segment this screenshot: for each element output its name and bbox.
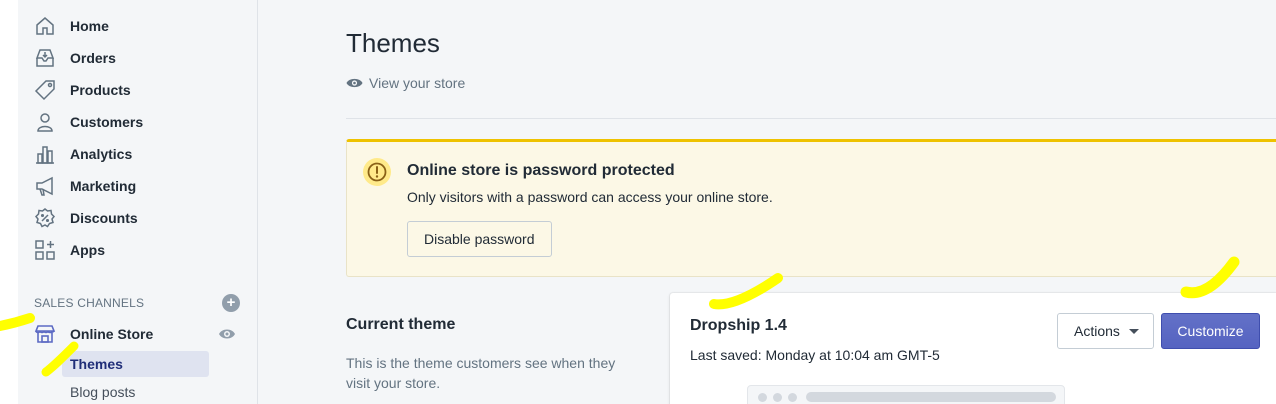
sidebar-item-home[interactable]: Home <box>34 13 109 39</box>
discount-icon <box>34 207 56 229</box>
sidebar-item-label: Apps <box>70 242 105 258</box>
sidebar: Home Orders Products Customers Analytics… <box>0 0 258 404</box>
current-theme-title: Current theme <box>346 316 456 333</box>
chevron-down-icon <box>1128 328 1139 334</box>
sidebar-item-label: Customers <box>70 114 144 130</box>
theme-last-saved: Last saved: Monday at 10:04 am GMT-5 <box>690 347 940 363</box>
sidebar-subitem-label: Themes <box>70 356 123 372</box>
tag-icon <box>34 79 56 101</box>
sidebar-item-label: Orders <box>70 50 116 66</box>
customize-button[interactable]: Customize <box>1161 313 1260 349</box>
sidebar-item-orders[interactable]: Orders <box>34 45 116 71</box>
banner-text: Only visitors with a password can access… <box>407 189 773 205</box>
preview-dot <box>773 393 782 402</box>
megaphone-icon <box>34 175 56 197</box>
person-icon <box>34 111 56 133</box>
eye-icon <box>346 78 363 88</box>
add-channel-button[interactable]: + <box>222 294 240 312</box>
banner-title: Online store is password protected <box>407 162 675 179</box>
theme-name: Dropship 1.4 <box>690 317 787 334</box>
sidebar-subitem-label: Blog posts <box>70 384 136 400</box>
sidebar-item-label: Online Store <box>70 326 154 342</box>
theme-card: Dropship 1.4 Last saved: Monday at 10:04… <box>670 293 1276 404</box>
sidebar-subitem-themes[interactable]: Themes <box>62 351 209 377</box>
sidebar-subitem-blog-posts[interactable]: Blog posts <box>62 379 135 404</box>
view-store-label: View your store <box>369 75 466 91</box>
page-title: Themes <box>346 28 440 58</box>
sidebar-item-apps[interactable]: Apps <box>34 237 105 263</box>
actions-button[interactable]: Actions <box>1057 313 1154 349</box>
sidebar-item-customers[interactable]: Customers <box>34 109 143 135</box>
sales-channels-title: SALES CHANNELS <box>34 296 145 310</box>
eye-icon[interactable] <box>218 326 236 342</box>
sidebar-item-label: Home <box>70 18 109 34</box>
preview-url-bar <box>806 392 1056 402</box>
theme-preview <box>747 385 1065 404</box>
sidebar-item-label: Products <box>70 82 131 98</box>
divider <box>346 118 1276 119</box>
bar-chart-icon <box>34 143 56 165</box>
sidebar-item-online-store[interactable]: Online Store <box>34 321 153 347</box>
home-icon <box>34 15 56 37</box>
sidebar-item-label: Discounts <box>70 210 138 226</box>
sidebar-item-label: Analytics <box>70 146 133 162</box>
sidebar-item-discounts[interactable]: Discounts <box>34 205 138 231</box>
apps-icon <box>34 239 56 261</box>
warning-icon <box>363 158 391 186</box>
current-theme-description: This is the theme customers see when the… <box>346 355 616 391</box>
sidebar-item-analytics[interactable]: Analytics <box>34 141 132 167</box>
preview-dot <box>758 393 767 402</box>
sales-channels-header: SALES CHANNELS + <box>34 294 240 312</box>
disable-password-button[interactable]: Disable password <box>407 221 552 257</box>
orders-icon <box>34 47 56 69</box>
sidebar-item-label: Marketing <box>70 178 137 194</box>
main-content: Themes View your store Online store is p… <box>258 0 1276 404</box>
password-banner: Online store is password protected Only … <box>346 139 1276 277</box>
sidebar-item-marketing[interactable]: Marketing <box>34 173 136 199</box>
preview-dot <box>788 393 797 402</box>
actions-label: Actions <box>1074 323 1120 339</box>
sidebar-item-products[interactable]: Products <box>34 77 131 103</box>
view-store-link[interactable]: View your store <box>346 75 465 91</box>
store-icon <box>34 323 56 345</box>
